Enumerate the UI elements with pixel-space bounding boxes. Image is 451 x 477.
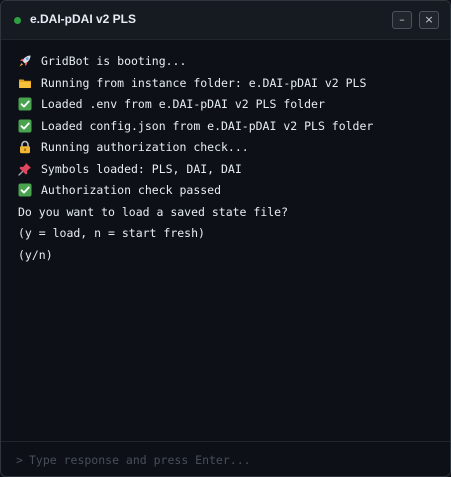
pushpin-icon xyxy=(18,162,32,176)
line-text: Symbols loaded: PLS, DAI, DAI xyxy=(41,162,242,176)
check-icon xyxy=(18,183,32,197)
output-line: Loaded config.json from e.DAI-pDAI v2 PL… xyxy=(18,117,373,135)
line-text: GridBot is booting... xyxy=(41,54,187,68)
status-indicator xyxy=(14,17,21,24)
minimize-button[interactable]: – xyxy=(392,11,412,29)
output-line: Authorization check passed xyxy=(18,181,221,199)
close-button[interactable]: × xyxy=(419,11,439,29)
line-text: Loaded config.json from e.DAI-pDAI v2 PL… xyxy=(41,119,374,133)
folder-icon xyxy=(18,76,32,90)
check-icon xyxy=(18,119,32,133)
output-line: Running authorization check... xyxy=(18,138,249,156)
line-text: Do you want to load a saved state file? xyxy=(18,205,289,219)
output-line: (y = load, n = start fresh) xyxy=(18,224,205,242)
rocket-icon xyxy=(18,54,32,68)
line-text: Authorization check passed xyxy=(41,183,222,197)
check-icon xyxy=(18,97,32,111)
window-title: e.DAI-pDAI v2 PLS xyxy=(30,12,137,26)
line-text: Loaded .env from e.DAI-pDAI v2 PLS folde… xyxy=(41,97,325,111)
prompt-symbol: > xyxy=(16,453,23,467)
output-line: Do you want to load a saved state file? xyxy=(18,203,288,221)
input-bar: > xyxy=(1,441,450,476)
response-input[interactable] xyxy=(29,450,434,470)
output-line: Loaded .env from e.DAI-pDAI v2 PLS folde… xyxy=(18,95,325,113)
terminal-output: GridBot is booting... Running from insta… xyxy=(1,40,450,441)
output-line: GridBot is booting... xyxy=(18,52,186,70)
title-bar[interactable]: e.DAI-pDAI v2 PLS – × xyxy=(1,1,450,40)
line-text: (y/n) xyxy=(18,248,53,262)
output-line: (y/n) xyxy=(18,246,53,264)
output-line: Running from instance folder: e.DAI-pDAI… xyxy=(18,74,366,92)
lock-icon xyxy=(18,140,32,154)
terminal-window: e.DAI-pDAI v2 PLS – × GridBot is booting… xyxy=(0,0,451,477)
line-text: Running authorization check... xyxy=(41,140,249,154)
line-text: Running from instance folder: e.DAI-pDAI… xyxy=(41,76,367,90)
line-text: (y = load, n = start fresh) xyxy=(18,226,205,240)
output-line: Symbols loaded: PLS, DAI, DAI xyxy=(18,160,242,178)
